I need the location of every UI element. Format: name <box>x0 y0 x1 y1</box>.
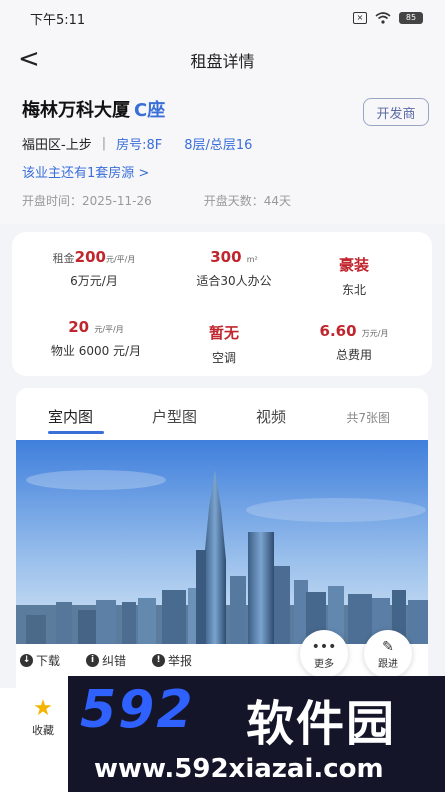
follow-up-label: 跟进 <box>378 658 398 670</box>
property-value: 20 <box>68 318 90 336</box>
rent-value: 200 <box>74 248 106 266</box>
more-listings-link[interactable]: 该业主还有1套房源 > <box>22 162 149 181</box>
stat-aircon: 暂无 空调 <box>154 322 294 366</box>
watermark-cn: 软件园 <box>246 696 397 752</box>
property-unit: 元/平/月 <box>94 325 124 334</box>
report-error-label: 纠错 <box>102 654 127 668</box>
watermark-url: www.592xiazai.com <box>94 754 384 784</box>
stats-card: 租金200元/平/月 6万元/月 300 m² 适合30人办公 豪装 东北 20… <box>12 232 432 376</box>
listing-info: 梅林万科大厦 C座 开发商 福田区-上步 | 房号:8F 8层/总层16 该业主还… <box>0 84 445 224</box>
download-label: 下载 <box>36 654 61 668</box>
more-label: 更多 <box>314 658 334 670</box>
total-value: 6.60 <box>319 322 357 340</box>
more-dots-icon: ••• <box>311 638 337 655</box>
area-unit: m² <box>246 255 258 264</box>
building-seat: C座 <box>134 100 166 121</box>
decoration-value: 豪装 <box>338 256 369 274</box>
photo-count: 共7张图 <box>346 411 390 425</box>
nav-bar: < 租盘详情 <box>0 36 445 84</box>
tab-floorplan[interactable]: 户型图 <box>152 406 197 427</box>
gallery-tabs: 室内图 户型图 视频 共7张图 <box>16 388 428 440</box>
rent-monthly: 6万元/月 <box>70 274 118 288</box>
address-separator: | <box>101 136 107 151</box>
gallery-card: 室内图 户型图 视频 共7张图 ↓ 下载 i 纠错 ! 举报 ••• 更多 ✎ … <box>16 388 428 688</box>
star-icon: ★ <box>33 696 53 721</box>
dates-row: 开盘时间：2025-11-26 开盘天数：44天 <box>22 192 291 209</box>
report-button[interactable]: ! 举报 <box>152 652 192 669</box>
more-button[interactable]: ••• 更多 <box>300 630 348 678</box>
stat-decoration: 豪装 东北 <box>284 254 424 298</box>
page-title: 租盘详情 <box>190 52 255 71</box>
favorite-label: 收藏 <box>32 724 54 737</box>
open-days: 开盘天数：44天 <box>203 194 292 208</box>
aircon-value: 暂无 <box>208 324 239 342</box>
tab-interior[interactable]: 室内图 <box>48 406 93 427</box>
stat-property-fee: 20 元/平/月 物业 6000 元/月 <box>26 318 166 359</box>
building-name: 梅林万科大厦 <box>22 100 130 121</box>
open-date: 开盘时间：2025-11-26 <box>22 194 152 208</box>
orientation: 东北 <box>341 283 366 297</box>
total-unit: 万元/月 <box>361 329 389 338</box>
stat-rent: 租金200元/平/月 6万元/月 <box>24 248 164 289</box>
floor-info: 8层/总层16 <box>184 138 253 153</box>
developer-button[interactable]: 开发商 <box>363 98 429 126</box>
tab-video[interactable]: 视频 <box>256 406 286 427</box>
sim-icon: × <box>353 12 367 24</box>
favorite-button[interactable]: ★ 收藏 <box>22 696 64 738</box>
battery-icon: 85 <box>399 12 423 24</box>
status-icons: × 85 <box>353 12 423 24</box>
watermark: 592 软件园 www.592xiazai.com <box>68 676 445 792</box>
area-capacity: 适合30人办公 <box>196 274 272 288</box>
total-label: 总费用 <box>335 348 372 362</box>
building-title: 梅林万科大厦 C座 <box>22 96 165 122</box>
report-label: 举报 <box>168 654 193 668</box>
info-icon: i <box>86 654 100 667</box>
aircon-label: 空调 <box>211 351 236 365</box>
district-label: 福田区-上步 <box>22 138 92 153</box>
status-bar: 下午5:11 × 85 <box>0 0 445 36</box>
report-error-button[interactable]: i 纠错 <box>86 652 126 669</box>
back-button[interactable]: < <box>18 44 40 74</box>
wifi-icon <box>375 12 391 24</box>
rent-prefix: 租金 <box>52 252 75 265</box>
rent-unit: 元/平/月 <box>105 255 136 264</box>
cloud-download-icon: ↓ <box>20 654 33 667</box>
status-time: 下午5:11 <box>30 12 86 28</box>
property-monthly: 物业 6000 元/月 <box>50 344 142 358</box>
building-photo[interactable] <box>16 440 428 644</box>
area-value: 300 <box>210 248 242 266</box>
stat-total-cost: 6.60 万元/月 总费用 <box>284 322 424 363</box>
photo-actions: ↓ 下载 i 纠错 ! 举报 <box>16 652 316 669</box>
room-number: 房号:8F <box>116 138 163 153</box>
download-button[interactable]: ↓ 下载 <box>20 652 60 669</box>
watermark-brand: 592 <box>80 680 195 740</box>
alarm-icon: ! <box>152 654 166 667</box>
pencil-icon: ✎ <box>382 638 394 655</box>
stat-area: 300 m² 适合30人办公 <box>164 248 304 289</box>
active-tab-indicator <box>48 431 104 434</box>
address-row: 福田区-上步 | 房号:8F 8层/总层16 <box>22 134 252 153</box>
follow-up-button[interactable]: ✎ 跟进 <box>364 630 412 678</box>
